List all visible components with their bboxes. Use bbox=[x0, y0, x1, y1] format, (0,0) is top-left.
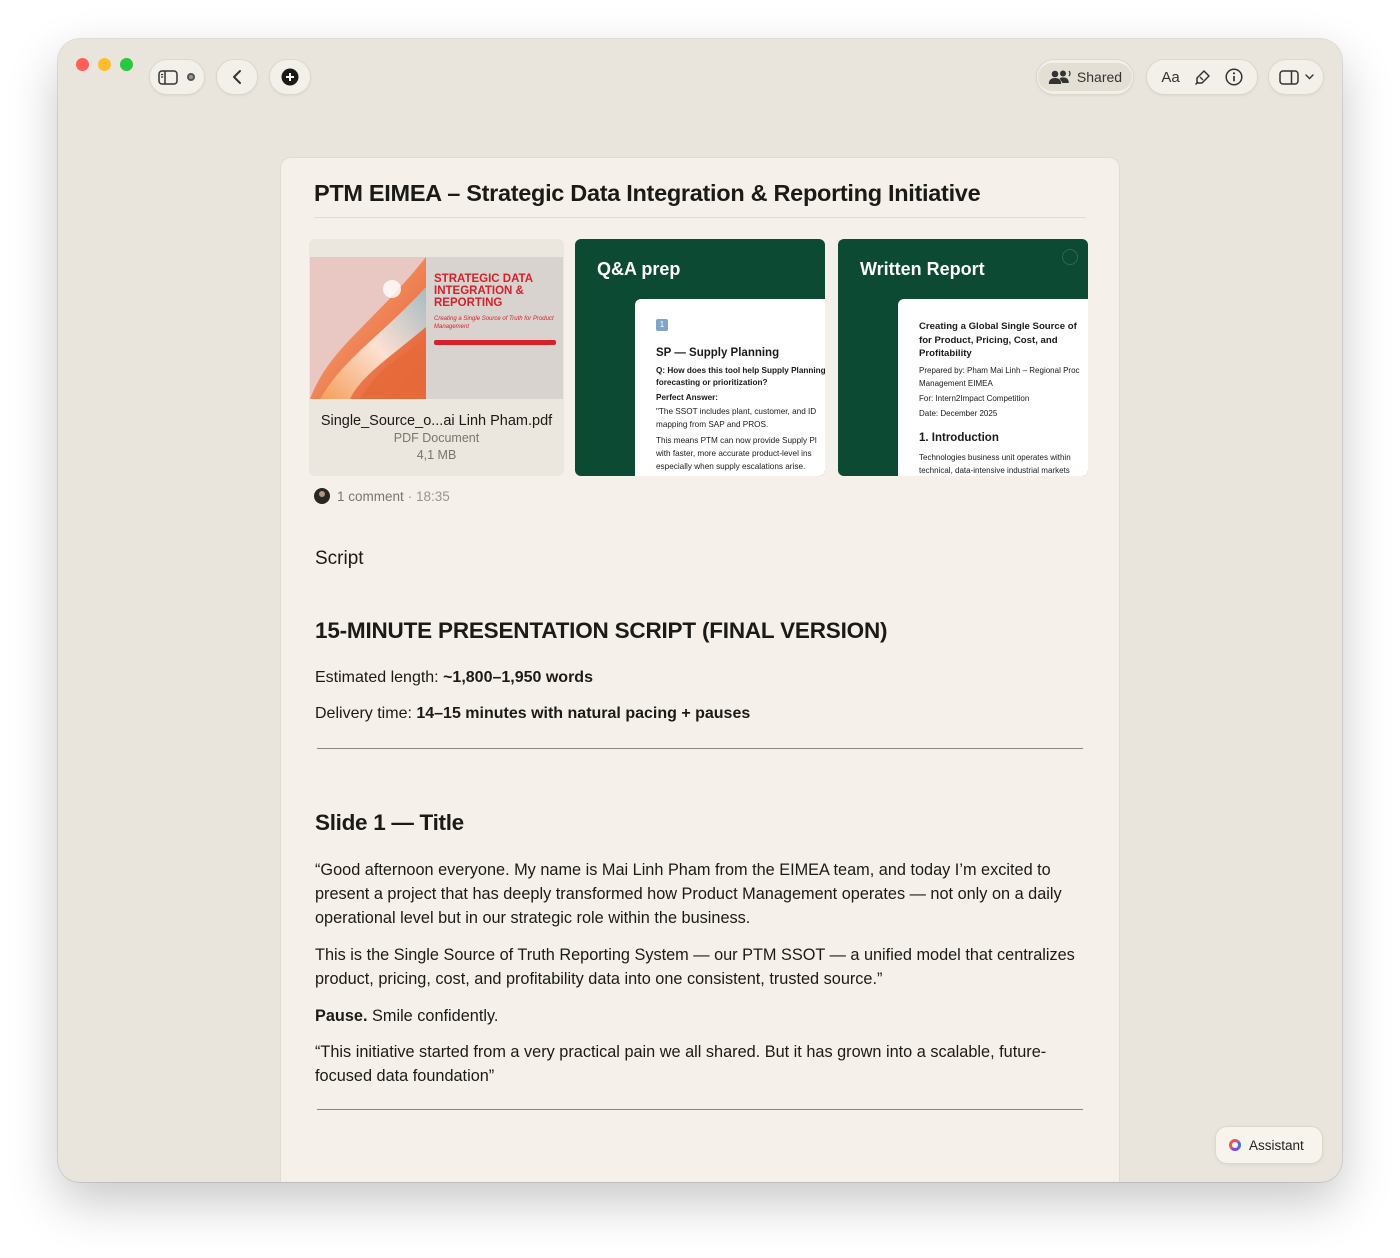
status-dot-icon bbox=[186, 72, 196, 82]
highlighter-icon[interactable] bbox=[1194, 69, 1211, 86]
written-report-preview: Creating a Global Single Source of for P… bbox=[898, 299, 1088, 476]
zoom-window-button[interactable] bbox=[120, 58, 133, 71]
delivery-time[interactable]: Delivery time: 14–15 minutes with natura… bbox=[315, 705, 750, 723]
written-report-card[interactable]: Written Report Creating a Global Single … bbox=[838, 239, 1088, 476]
app-window: Shared Aa PTM EIMEA – Strategic Data Int… bbox=[58, 39, 1342, 1182]
document-title[interactable]: PTM EIMEA – Strategic Data Integration &… bbox=[314, 180, 1086, 218]
divider bbox=[317, 748, 1083, 749]
report-line: For: Intern2Impact Competition bbox=[919, 393, 1030, 403]
qa-prep-preview: 1 SP — Supply Planning Q: How does this … bbox=[635, 299, 825, 476]
window-controls bbox=[76, 58, 133, 71]
qa-line: "The SSOT includes plant, customer, and … bbox=[656, 407, 817, 416]
report-heading-line: for Product, Pricing, Cost, and bbox=[919, 334, 1058, 346]
chevron-left-icon bbox=[232, 69, 242, 85]
file-name: Single_Source_o...ai Linh Pham.pdf bbox=[320, 413, 553, 429]
document-canvas: PTM EIMEA – Strategic Data Integration &… bbox=[281, 158, 1119, 1182]
report-line: Management EIMEA bbox=[919, 378, 993, 388]
estimated-length-value: ~1,800–1,950 words bbox=[443, 669, 593, 686]
card-menu-icon bbox=[1062, 249, 1078, 265]
report-section: 1. Introduction bbox=[919, 431, 999, 444]
pdf-cover-art bbox=[310, 257, 426, 399]
shared-label: Shared bbox=[1076, 69, 1123, 85]
estimated-length-label: Estimated length: bbox=[315, 669, 444, 686]
report-heading-line: Profitability bbox=[919, 348, 972, 359]
pdf-thumbnail: STRATEGIC DATA INTEGRATION & REPORTING C… bbox=[310, 257, 563, 399]
assistant-ring-icon bbox=[1229, 1139, 1241, 1151]
paragraph[interactable]: “This initiative started from a very pra… bbox=[315, 1040, 1085, 1088]
slide-heading[interactable]: Slide 1 — Title bbox=[315, 810, 464, 836]
delivery-time-label: Delivery time: bbox=[315, 705, 417, 722]
pause-text: Smile confidently. bbox=[367, 1007, 499, 1025]
qa-question-1: Q: How does this tool help Supply Planni… bbox=[656, 366, 825, 375]
comment-indicator[interactable]: 1 comment · 18:35 bbox=[314, 488, 450, 504]
report-line: Prepared by: Pham Mai Linh – Regional Pr… bbox=[919, 365, 1080, 375]
assistant-button[interactable]: Assistant bbox=[1215, 1126, 1323, 1164]
pause-label: Pause. bbox=[315, 1007, 368, 1025]
qa-line: especially when supply escalations arise… bbox=[656, 462, 806, 471]
report-heading-line: Creating a Global Single Source of bbox=[919, 321, 1077, 332]
font-button[interactable]: Aa bbox=[1161, 69, 1179, 86]
qa-prep-title: Q&A prep bbox=[597, 259, 681, 279]
paragraph[interactable]: “Good afternoon everyone. My name is Mai… bbox=[315, 858, 1085, 930]
people-icon bbox=[1048, 69, 1072, 85]
script-heading[interactable]: 15-MINUTE PRESENTATION SCRIPT (FINAL VER… bbox=[315, 618, 887, 644]
file-type: PDF Document bbox=[393, 431, 480, 445]
delivery-time-value: 14–15 minutes with natural pacing + paus… bbox=[416, 705, 751, 722]
new-note-button[interactable] bbox=[269, 59, 311, 95]
sidebar-icon bbox=[158, 69, 178, 85]
comment-count: 1 comment bbox=[337, 488, 404, 504]
qa-question-2: forecasting or prioritization? bbox=[656, 378, 768, 387]
pdf-attachment[interactable]: STRATEGIC DATA INTEGRATION & REPORTING C… bbox=[309, 239, 564, 476]
qa-prep-card[interactable]: Q&A prep 1 SP — Supply Planning Q: How d… bbox=[575, 239, 825, 476]
report-line: Date: December 2025 bbox=[919, 408, 998, 418]
estimated-length[interactable]: Estimated length: ~1,800–1,950 words bbox=[315, 669, 593, 687]
assistant-label: Assistant bbox=[1249, 1137, 1304, 1153]
avatar bbox=[314, 488, 330, 504]
qa-line: with faster, more accurate product-level… bbox=[656, 449, 812, 458]
qa-answer-label: Perfect Answer: bbox=[656, 393, 719, 402]
section-label[interactable]: Script bbox=[315, 548, 364, 570]
qa-line: mapping from SAP and PROS. bbox=[656, 420, 769, 429]
paragraph[interactable]: This is the Single Source of Truth Repor… bbox=[315, 943, 1085, 991]
sidebar-toggle-button[interactable] bbox=[149, 59, 205, 95]
plus-circle-icon bbox=[281, 68, 299, 86]
number-badge-icon: 1 bbox=[656, 319, 668, 331]
paragraph[interactable]: Pause. Smile confidently. bbox=[315, 1004, 1085, 1028]
layout-menu-button[interactable] bbox=[1268, 59, 1324, 95]
format-toolbar: Aa bbox=[1146, 59, 1258, 95]
pdf-cover-subtitle: Creating a Single Source of Truth for Pr… bbox=[434, 316, 554, 330]
close-window-button[interactable] bbox=[76, 58, 89, 71]
qa-line: This means PTM can now provide Supply Pl bbox=[656, 436, 817, 445]
written-report-title: Written Report bbox=[860, 259, 985, 279]
pdf-cover-title: STRATEGIC DATA INTEGRATION & REPORTING bbox=[434, 273, 533, 309]
chevron-down-icon bbox=[1304, 74, 1314, 80]
shared-button[interactable]: Shared bbox=[1036, 59, 1134, 95]
pdf-cover-bar bbox=[434, 340, 556, 345]
back-button[interactable] bbox=[216, 59, 258, 95]
info-icon[interactable] bbox=[1225, 68, 1243, 86]
qa-heading: SP — Supply Planning bbox=[656, 347, 780, 359]
minimize-window-button[interactable] bbox=[98, 58, 111, 71]
comment-time: · 18:35 bbox=[407, 488, 450, 504]
report-line: technical, data-intensive industrial mar… bbox=[919, 465, 1070, 475]
inspector-panel-icon bbox=[1278, 69, 1299, 85]
report-line: Technologies business unit operates with… bbox=[919, 452, 1071, 462]
divider bbox=[317, 1109, 1083, 1110]
file-size: 4,1 MB bbox=[416, 448, 457, 462]
